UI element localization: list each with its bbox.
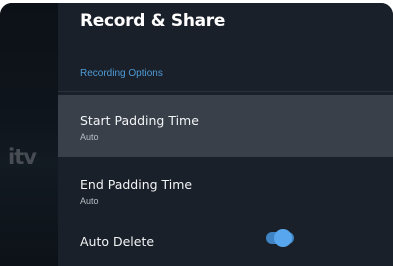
- setting-end-padding-time[interactable]: End Padding Time Auto: [58, 159, 393, 221]
- channel-logo: itv: [8, 145, 37, 169]
- setting-auto-delete[interactable]: Auto Delete: [58, 215, 393, 266]
- setting-start-padding-time[interactable]: Start Padding Time Auto: [58, 95, 393, 157]
- screen: itv Record & Share Recording Options Sta…: [0, 3, 393, 266]
- setting-value: Auto: [80, 132, 99, 142]
- setting-label: Auto Delete: [80, 234, 155, 249]
- divider: [58, 91, 393, 92]
- background-content: itv: [0, 3, 58, 266]
- setting-label: End Padding Time: [80, 177, 193, 192]
- panel-title: Record & Share: [80, 11, 226, 31]
- setting-value: Auto: [80, 196, 99, 206]
- record-share-panel: Record & Share Recording Options Start P…: [58, 3, 393, 266]
- section-label-recording-options: Recording Options: [80, 68, 163, 79]
- setting-label: Start Padding Time: [80, 113, 199, 128]
- toggle-knob: [274, 229, 292, 247]
